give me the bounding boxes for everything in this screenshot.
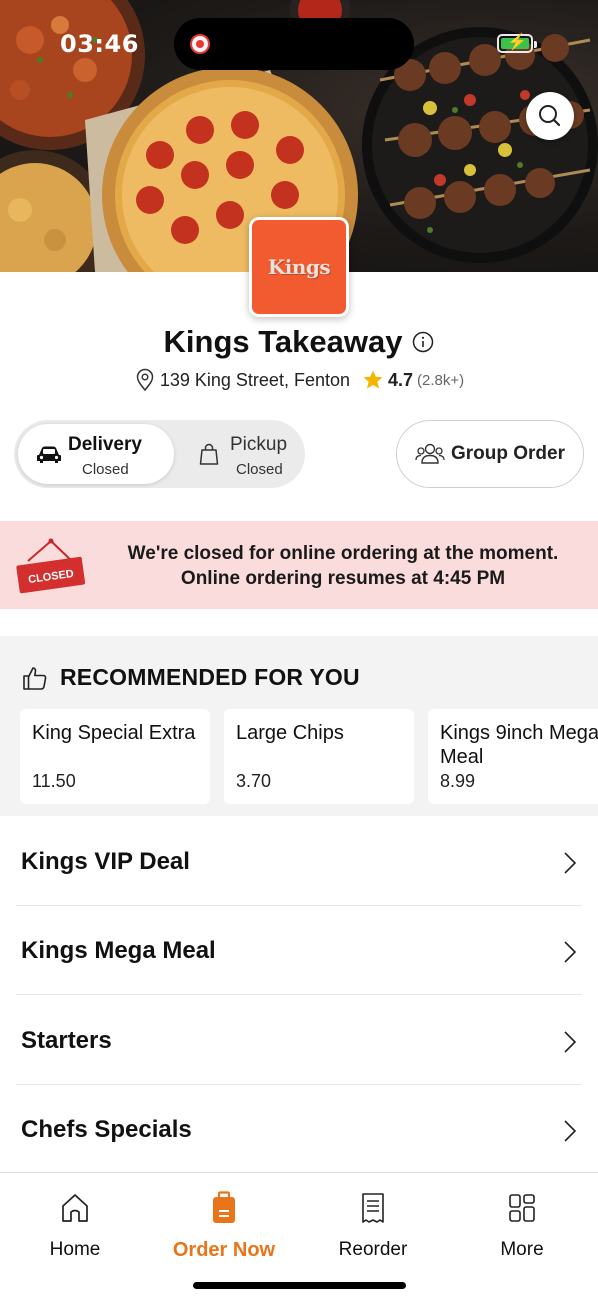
restaurant-name: Kings Takeaway [163,324,403,359]
recommended-item-price: 8.99 [440,771,476,791]
receipt-icon [362,1193,384,1223]
closed-message-line2: Online ordering resumes at 4:45 PM [180,568,506,589]
delivery-label: Delivery [68,434,142,455]
recommended-heading: RECOMMENDED FOR YOU [60,664,360,690]
thumbs-up-icon [23,666,47,690]
recommended-heading-row: RECOMMENDED FOR YOU [22,664,360,691]
tab-order-now[interactable]: Order Now [149,1191,299,1262]
rating-value: 4.7 [387,369,414,390]
menu-category-title: Kings Mega Meal [21,937,216,964]
tab-reorder[interactable]: Reorder [298,1191,448,1261]
menu-category-title: Kings VIP Deal [21,848,190,875]
restaurant-title-row: Kings Takeaway [0,324,598,360]
menu-category-row[interactable]: Starters [0,995,598,1085]
menu-category-row[interactable]: Kings VIP Deal [0,816,598,906]
chevron-right-icon [564,852,577,874]
closed-sign-icon: CLOSED [16,538,86,594]
recommended-item-price: 3.70 [236,771,272,791]
tab-home-label: Home [49,1239,101,1260]
menu-category-row[interactable]: Chefs Specials [0,1084,598,1174]
battery-charging-icon: ⚡ [497,34,537,53]
status-time: 03:46 [60,30,139,58]
recommended-card[interactable]: King Special Extra 11.50 [20,709,210,804]
pickup-status: Closed [236,461,283,478]
logo-text: Kings [267,255,331,279]
delivery-option[interactable]: Delivery Closed [18,424,174,484]
home-icon [62,1194,88,1222]
bottom-tab-bar: Home Order Now Reorder More [0,1172,598,1300]
shopping-bag-icon [199,443,219,465]
tab-reorder-label: Reorder [338,1239,408,1260]
closed-message-line1: We're closed for online ordering at the … [127,543,559,564]
recommended-card[interactable]: Large Chips 3.70 [224,709,414,804]
recommended-item-name: Large Chips [236,722,344,744]
group-people-icon [415,443,445,464]
recommended-item-name: King Special Extra [32,722,196,744]
recommended-item-price: 11.50 [32,771,76,791]
search-icon [539,105,561,127]
group-order-button[interactable]: Group Order [396,420,584,488]
tab-home[interactable]: Home [0,1191,150,1261]
group-order-label: Group Order [450,443,565,464]
order-mode-toggle: Delivery Closed Pickup Closed [14,420,305,488]
tab-more[interactable]: More [447,1191,597,1261]
chevron-right-icon [564,1120,577,1142]
menu-category-row[interactable]: Kings Mega Meal [0,905,598,995]
recommended-card[interactable]: Kings 9inch Mega Mix Meal 8.99 [428,709,598,804]
car-icon [37,446,61,463]
menu-category-title: Chefs Specials [21,1116,192,1143]
chevron-right-icon [564,1031,577,1053]
address-rating-row: 139 King Street, Fenton 4.7 (2.8k+) [0,368,598,392]
closed-message: We're closed for online ordering at the … [100,541,586,591]
star-icon [363,370,383,389]
recommended-section: RECOMMENDED FOR YOU King Special Extra 1… [0,636,598,816]
pickup-label: Pickup [230,434,288,455]
home-indicator[interactable] [193,1282,406,1289]
restaurant-logo: Kings [249,217,349,317]
recommended-carousel[interactable]: King Special Extra 11.50 Large Chips 3.7… [20,709,598,805]
tab-more-label: More [500,1239,544,1260]
location-pin-icon [136,368,154,392]
dynamic-island [174,18,414,70]
delivery-status: Closed [82,461,129,478]
order-bag-icon [213,1191,235,1223]
screen-recording-icon [190,34,210,54]
tab-order-now-label: Order Now [172,1239,276,1261]
chevron-right-icon [564,941,577,963]
restaurant-address: 139 King Street, Fenton [159,369,350,390]
grid-icon [509,1194,535,1222]
info-icon[interactable] [412,331,434,353]
rating-count: (2.8k+) [417,371,465,389]
menu-category-title: Starters [21,1027,112,1054]
pickup-option[interactable]: Pickup Closed [178,424,300,484]
recommended-item-name: Kings 9inch Mega Mix Meal [440,722,598,768]
search-button[interactable] [526,92,574,140]
closed-banner: CLOSED We're closed for online ordering … [0,521,598,609]
